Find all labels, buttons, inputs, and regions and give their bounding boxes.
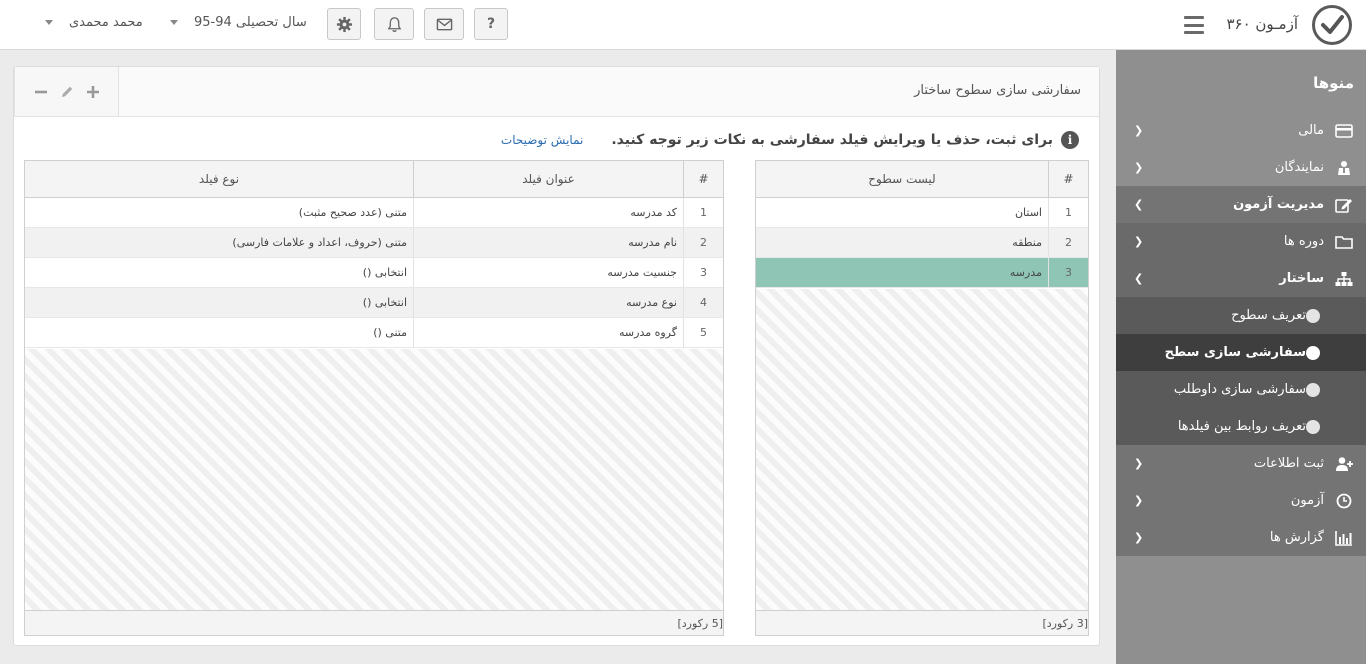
table-row-selected[interactable]: 3 مدرسه bbox=[756, 258, 1088, 288]
sitemap-icon bbox=[1334, 270, 1354, 287]
circle-icon bbox=[1306, 309, 1320, 323]
app-title: آزمـون ۳۶۰ bbox=[1226, 15, 1298, 33]
fields-grid-header: # عنوان فیلد نوع فیلد bbox=[25, 161, 723, 198]
chevron-down-icon: ❯ bbox=[1134, 198, 1144, 211]
top-bar: آزمـون ۳۶۰ ? سال تحصیلی 94-95 محمد محمدی bbox=[0, 0, 1366, 50]
chevron-left-icon: ❮ bbox=[1134, 531, 1144, 544]
column-header-level-list[interactable]: لیست سطوح bbox=[756, 161, 1048, 197]
column-header-field-type[interactable]: نوع فیلد bbox=[25, 161, 413, 197]
sidebar-item-periods[interactable]: دوره ها ❮ bbox=[1116, 223, 1366, 260]
logo-check-icon bbox=[1312, 5, 1352, 45]
chevron-down-icon bbox=[45, 20, 53, 25]
chevron-down-icon bbox=[170, 20, 178, 25]
circle-icon bbox=[1306, 383, 1320, 397]
levels-grid-header: # لیست سطوح bbox=[756, 161, 1088, 198]
sidebar-item-data-entry[interactable]: ثبت اطلاعات ❮ bbox=[1116, 445, 1366, 482]
panel-header: سفارشی سازی سطوح ساختار bbox=[14, 67, 1099, 117]
edit-icon bbox=[1334, 196, 1354, 213]
help-label: ? bbox=[486, 16, 496, 32]
settings-button[interactable] bbox=[327, 8, 361, 40]
bell-icon bbox=[387, 16, 401, 32]
envelope-icon bbox=[436, 18, 452, 30]
sidebar-item-reports[interactable]: گزارش ها ❮ bbox=[1116, 519, 1366, 556]
record-count: [5 رکورد] bbox=[677, 616, 723, 630]
user-menu-dropdown[interactable]: محمد محمدی bbox=[45, 15, 143, 30]
fields-grid-body: 1 کد مدرسه متنی (عدد صحیح مثبت) 2 نام مد… bbox=[25, 198, 723, 348]
bar-chart-icon bbox=[1334, 529, 1354, 546]
pencil-icon[interactable] bbox=[60, 85, 74, 99]
sidebar-item-finance[interactable]: مالی ❮ bbox=[1116, 112, 1366, 149]
table-row[interactable]: 1 کد مدرسه متنی (عدد صحیح مثبت) bbox=[25, 198, 723, 228]
sidebar-item-customize-candidate[interactable]: سفارشی سازی داوطلب bbox=[1116, 371, 1366, 408]
chevron-left-icon: ❮ bbox=[1134, 124, 1144, 137]
sidebar-item-structure[interactable]: ساختار ❯ bbox=[1116, 260, 1366, 297]
notifications-button[interactable] bbox=[374, 8, 414, 40]
panel-toolbar bbox=[14, 67, 119, 116]
circle-icon bbox=[1306, 420, 1320, 434]
notice-bar: i برای ثبت، حذف یا ویرایش فیلد سفارشی به… bbox=[501, 131, 1079, 149]
column-header-num: # bbox=[683, 161, 723, 197]
sidebar-item-exam[interactable]: آزمون ❮ bbox=[1116, 482, 1366, 519]
messages-button[interactable] bbox=[424, 8, 464, 40]
grid-empty-area bbox=[756, 289, 1088, 610]
menu-toggle-icon[interactable] bbox=[1184, 16, 1204, 34]
grid-empty-area bbox=[25, 349, 723, 610]
table-row[interactable]: 1 استان bbox=[756, 198, 1088, 228]
sidebar-item-define-levels[interactable]: تعریف سطوح bbox=[1116, 297, 1366, 334]
chevron-left-icon: ❮ bbox=[1134, 235, 1144, 248]
clock-icon bbox=[1334, 492, 1354, 509]
table-row[interactable]: 2 نام مدرسه متنی (حروف، اعداد و علامات ف… bbox=[25, 228, 723, 258]
info-icon: i bbox=[1061, 131, 1079, 149]
user-name: محمد محمدی bbox=[69, 15, 143, 30]
main-panel: سفارشی سازی سطوح ساختار i برای ثبت، حذف … bbox=[13, 66, 1100, 646]
record-count: [3 رکورد] bbox=[1042, 616, 1088, 630]
sidebar-item-exam-management[interactable]: مدیریت آزمون ❯ bbox=[1116, 186, 1366, 223]
academic-year-value: سال تحصیلی 94-95 bbox=[194, 15, 307, 30]
notice-text: برای ثبت، حذف یا ویرایش فیلد سفارشی به ن… bbox=[611, 132, 1053, 148]
sidebar-item-field-relations[interactable]: تعریف روابط بین فیلدها bbox=[1116, 408, 1366, 445]
table-row[interactable]: 2 منطقه bbox=[756, 228, 1088, 258]
academic-year-dropdown[interactable]: سال تحصیلی 94-95 bbox=[170, 15, 307, 30]
fields-grid-footer: [5 رکورد] bbox=[25, 610, 723, 635]
table-row[interactable]: 4 نوع مدرسه انتخابی () bbox=[25, 288, 723, 318]
add-icon[interactable] bbox=[86, 85, 100, 99]
table-row[interactable]: 5 گروه مدرسه متنی () bbox=[25, 318, 723, 348]
column-header-field-title[interactable]: عنوان فیلد bbox=[413, 161, 683, 197]
agent-icon bbox=[1334, 159, 1354, 176]
help-button[interactable]: ? bbox=[474, 8, 508, 40]
table-row[interactable]: 3 جنسیت مدرسه انتخابی () bbox=[25, 258, 723, 288]
chevron-left-icon: ❮ bbox=[1134, 161, 1144, 174]
levels-grid: # لیست سطوح 1 استان 2 منطقه 3 مدرسه [3 ر… bbox=[755, 160, 1089, 636]
chevron-left-icon: ❮ bbox=[1134, 457, 1144, 470]
fields-grid: # عنوان فیلد نوع فیلد 1 کد مدرسه متنی (ع… bbox=[24, 160, 724, 636]
column-header-num: # bbox=[1048, 161, 1088, 197]
sidebar: منوها مالی ❮ نمایندگان ❮ مدیریت آزمون ❯ … bbox=[1116, 50, 1366, 664]
sidebar-heading: منوها bbox=[1313, 74, 1354, 92]
sidebar-item-agents[interactable]: نمایندگان ❮ bbox=[1116, 149, 1366, 186]
sidebar-item-customize-level[interactable]: سفارشی سازی سطح bbox=[1116, 334, 1366, 371]
gear-icon bbox=[336, 16, 352, 32]
show-help-link[interactable]: نمایش توضیحات bbox=[501, 133, 583, 147]
chevron-down-icon: ❯ bbox=[1134, 272, 1144, 285]
panel-title: سفارشی سازی سطوح ساختار bbox=[914, 83, 1081, 98]
folder-icon bbox=[1334, 233, 1354, 250]
minus-icon[interactable] bbox=[34, 85, 48, 99]
credit-card-icon bbox=[1334, 122, 1354, 139]
chevron-left-icon: ❮ bbox=[1134, 494, 1144, 507]
levels-grid-footer: [3 رکورد] bbox=[756, 610, 1088, 635]
user-plus-icon bbox=[1334, 455, 1354, 472]
circle-icon bbox=[1306, 346, 1320, 360]
levels-grid-body: 1 استان 2 منطقه 3 مدرسه bbox=[756, 198, 1088, 288]
